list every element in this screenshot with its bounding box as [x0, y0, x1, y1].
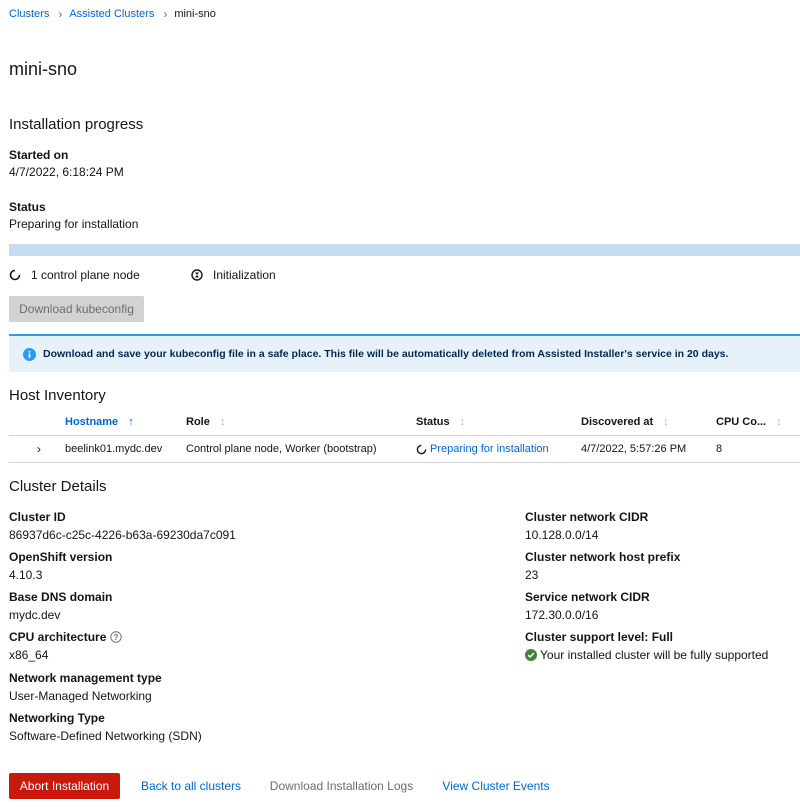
- view-cluster-events-button[interactable]: View Cluster Events: [438, 773, 554, 799]
- sort-icon: ↕: [219, 416, 226, 428]
- cpu-cores-cell: 8: [716, 443, 723, 455]
- download-kubeconfig-button[interactable]: Download kubeconfig: [9, 296, 144, 322]
- detail-cluster-network-cidr: Cluster network CIDR 10.128.0.0/14: [525, 510, 649, 542]
- detail-cluster-support-level: Cluster support level: Full Your install…: [525, 630, 769, 662]
- detail-network-management-type: Network management type User-Managed Net…: [9, 671, 162, 703]
- host-inventory-table: Hostname ↑ Role ↕ Status ↕ Discovered at…: [9, 410, 800, 463]
- control-plane-step: 1 control plane node: [9, 268, 140, 282]
- chevron-right-icon: ›: [163, 7, 168, 21]
- sort-icon: ↕: [459, 416, 466, 428]
- chevron-right-icon[interactable]: ›: [37, 442, 41, 456]
- initialization-step: Initialization: [191, 268, 276, 282]
- svg-text:?: ?: [114, 633, 119, 642]
- breadcrumb-current: mini-sno: [174, 8, 216, 20]
- column-header-role[interactable]: Role ↕: [186, 416, 225, 428]
- hostname-cell: beelink01.mydc.dev: [65, 443, 163, 455]
- breadcrumb-link-assisted-clusters[interactable]: Assisted Clusters: [69, 8, 154, 20]
- initialization-step-label: Initialization: [213, 268, 276, 282]
- detail-base-dns-domain: Base DNS domain mydc.dev: [9, 590, 113, 622]
- discovered-at-cell: 4/7/2022, 5:57:26 PM: [581, 443, 687, 455]
- detail-cluster-id: Cluster ID 86937d6c-c25c-4226-b63a-69230…: [9, 510, 236, 542]
- status-cell: Preparing for installation: [416, 443, 549, 456]
- column-header-discovered-at[interactable]: Discovered at ↕: [581, 416, 669, 428]
- status-label: Status: [9, 200, 46, 214]
- alert-message: Download and save your kubeconfig file i…: [43, 348, 729, 360]
- column-header-hostname[interactable]: Hostname ↑: [65, 416, 134, 428]
- column-header-status[interactable]: Status ↕: [416, 416, 465, 428]
- host-inventory-title: Host Inventory: [9, 387, 106, 404]
- started-on-label: Started on: [9, 148, 69, 162]
- sort-ascending-icon: ↑: [128, 416, 134, 428]
- cluster-details-title: Cluster Details: [9, 478, 107, 495]
- column-header-cpu-cores[interactable]: CPU Co... ↕: [716, 416, 782, 428]
- table-row: › beelink01.mydc.dev Control plane node,…: [9, 436, 800, 463]
- detail-networking-type: Networking Type Software-Defined Network…: [9, 711, 202, 743]
- installation-progress-bar: [9, 244, 800, 256]
- spinner-icon: [416, 444, 427, 455]
- cluster-id-value: 86937d6c-c25c-4226-b63a-69230da7c091: [9, 528, 236, 542]
- breadcrumb: Clusters › Assisted Clusters › mini-sno: [9, 7, 216, 21]
- sort-icon: ↕: [776, 416, 782, 428]
- started-on-value: 4/7/2022, 6:18:24 PM: [9, 165, 124, 179]
- download-installation-logs-button[interactable]: Download Installation Logs: [264, 773, 419, 799]
- host-status-link[interactable]: Preparing for installation: [430, 443, 549, 456]
- chevron-right-icon: ›: [58, 7, 63, 21]
- pending-icon: [191, 269, 203, 281]
- detail-openshift-version: OpenShift version 4.10.3: [9, 550, 113, 582]
- detail-cluster-network-host-prefix: Cluster network host prefix 23: [525, 550, 681, 582]
- kubeconfig-info-alert: Download and save your kubeconfig file i…: [9, 334, 800, 372]
- status-value: Preparing for installation: [9, 217, 139, 231]
- installation-progress-title: Installation progress: [9, 116, 144, 133]
- role-cell: Control plane node, Worker (bootstrap): [186, 443, 377, 455]
- detail-cpu-architecture: CPU architecture ? x86_64: [9, 630, 123, 662]
- check-circle-icon: [525, 649, 537, 661]
- page-title: mini-sno: [9, 59, 78, 79]
- info-circle-icon: [23, 347, 36, 361]
- sort-icon: ↕: [663, 416, 669, 428]
- detail-service-network-cidr: Service network CIDR 172.30.0.0/16: [525, 590, 650, 622]
- table-header: Hostname ↑ Role ↕ Status ↕ Discovered at…: [9, 410, 800, 436]
- abort-installation-button[interactable]: Abort Installation: [9, 773, 120, 799]
- breadcrumb-link-clusters[interactable]: Clusters: [9, 8, 49, 20]
- spinner-icon: [9, 269, 21, 281]
- back-to-clusters-button[interactable]: Back to all clusters: [136, 773, 246, 799]
- control-plane-step-label: 1 control plane node: [31, 268, 140, 282]
- help-circle-icon[interactable]: ?: [110, 631, 123, 643]
